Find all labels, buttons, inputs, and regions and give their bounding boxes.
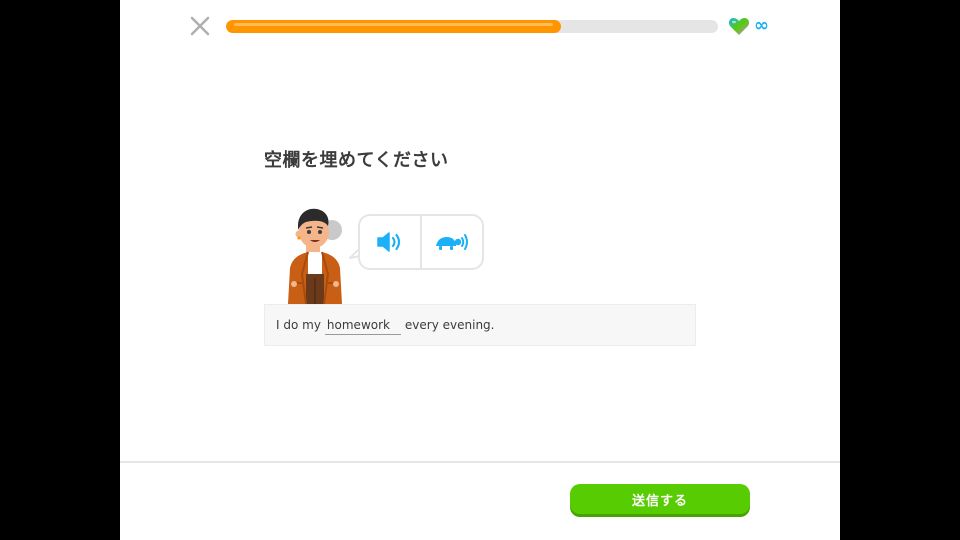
challenge-prompt: 空欄を埋めてください bbox=[264, 150, 449, 171]
heart-icon bbox=[728, 18, 750, 35]
close-button[interactable] bbox=[188, 14, 212, 38]
progress-bar bbox=[226, 20, 718, 33]
character-avatar bbox=[280, 204, 350, 305]
sentence-suffix: every evening. bbox=[404, 318, 495, 332]
submit-button[interactable]: 送信する bbox=[570, 484, 750, 514]
turtle-slow-audio-icon bbox=[436, 234, 468, 250]
play-slow-audio-button[interactable] bbox=[422, 216, 482, 268]
sentence-prefix: I do my bbox=[276, 318, 321, 332]
speaker-icon bbox=[377, 232, 401, 252]
blank-answer-input[interactable]: homework bbox=[324, 318, 401, 335]
footer-divider bbox=[120, 461, 840, 463]
hearts-count: ∞ bbox=[754, 15, 769, 36]
progress-bar-shine bbox=[234, 23, 553, 26]
close-icon bbox=[190, 16, 210, 36]
progress-bar-fill bbox=[226, 20, 561, 33]
lesson-screen: ∞ 空欄を埋めてください I do my homework every even… bbox=[120, 0, 840, 540]
hearts-indicator[interactable]: ∞ bbox=[728, 16, 769, 36]
speech-bubble bbox=[358, 214, 484, 270]
play-audio-button[interactable] bbox=[360, 216, 422, 268]
fill-in-blank-sentence: I do my homework every evening. bbox=[264, 304, 696, 346]
